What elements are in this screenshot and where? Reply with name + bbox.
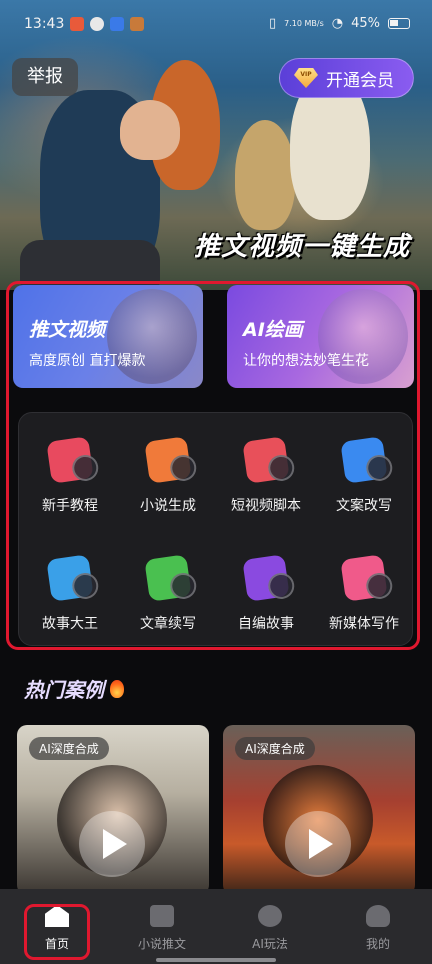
annotation-highlight-frame	[24, 904, 90, 960]
question-book-icon	[46, 436, 94, 484]
case-tag: AI深度合成	[29, 737, 109, 760]
tool-label: 短视频脚本	[231, 498, 301, 514]
battery-percent: 45%	[351, 16, 380, 31]
status-bar: 13:43 ▯ 7.10 MB/s ◔ 45%	[0, 0, 432, 48]
vibrate-icon: ▯	[268, 16, 277, 31]
planet-icon	[258, 905, 282, 927]
play-icon[interactable]	[79, 811, 145, 877]
profile-icon	[366, 905, 390, 927]
hot-cases-heading: 热门案例	[24, 674, 124, 703]
app-notification-icon	[90, 17, 104, 31]
hero-figure	[120, 100, 180, 160]
tool-story-king[interactable]: 故事大王	[21, 554, 119, 633]
feature-title: AI绘画	[243, 319, 303, 341]
tool-label: 新手教程	[42, 498, 98, 514]
feature-title: 推文视频	[29, 319, 106, 341]
tool-novel[interactable]: 小说生成	[119, 436, 217, 515]
play-icon[interactable]	[285, 811, 351, 877]
section-title: 热门案例	[24, 678, 104, 702]
vip-diamond-icon: VIP	[294, 68, 318, 88]
status-right: ▯ 7.10 MB/s ◔ 45%	[269, 16, 410, 31]
case-card[interactable]: AI深度合成	[17, 725, 209, 895]
alipay-icon	[110, 17, 124, 31]
tools-grid: 新手教程 小说生成 短视频脚本 文案改写 故事大王 文章续写 自编故事 新媒体写…	[18, 412, 413, 646]
hero-figure	[235, 120, 295, 230]
network-speed: 7.10 MB/s	[284, 18, 324, 28]
wifi-icon: ◔	[331, 16, 344, 31]
tab-label: AI玩法	[252, 937, 288, 951]
feature-card-ai-drawing[interactable]: AI绘画 让你的想法妙笔生花	[227, 285, 414, 388]
story-king-icon	[46, 554, 94, 602]
status-time: 13:43	[24, 16, 65, 32]
tab-mine[interactable]: 我的	[324, 889, 432, 964]
hero-title: 推文视频一键生成	[193, 232, 410, 262]
tool-label: 文章续写	[140, 616, 196, 632]
video-book-icon	[150, 905, 174, 927]
tab-label: 小说推文	[137, 937, 186, 951]
app-notification-icon	[70, 17, 84, 31]
media-write-icon	[340, 554, 388, 602]
tool-rewrite[interactable]: 文案改写	[315, 436, 413, 515]
flame-icon	[110, 679, 124, 698]
tool-label: 新媒体写作	[329, 616, 399, 632]
video-film-icon	[242, 436, 290, 484]
crown-book-icon	[242, 554, 290, 602]
tab-novel-video[interactable]: 小说推文	[108, 889, 216, 964]
feature-card-video[interactable]: 推文视频 高度原创 直打爆款	[13, 285, 203, 388]
vip-label: 开通会员	[326, 70, 394, 91]
hero-figure	[20, 240, 160, 290]
tab-ai-play[interactable]: AI玩法	[216, 889, 324, 964]
article-continue-icon	[144, 554, 192, 602]
battery-icon	[388, 18, 410, 29]
tool-continue[interactable]: 文章续写	[119, 554, 217, 633]
system-home-indicator[interactable]	[156, 958, 276, 962]
text-rewrite-icon	[340, 436, 388, 484]
status-notification-icons	[70, 17, 144, 31]
tool-self-story[interactable]: 自编故事	[217, 554, 315, 633]
tool-label: 小说生成	[140, 498, 196, 514]
app-notification-icon	[130, 17, 144, 31]
feature-subtitle: 高度原创 直打爆款	[29, 353, 146, 369]
case-card[interactable]: AI深度合成	[223, 725, 415, 895]
tool-video-script[interactable]: 短视频脚本	[217, 436, 315, 515]
case-tag: AI深度合成	[235, 737, 315, 760]
tool-media-writing[interactable]: 新媒体写作	[315, 554, 413, 633]
tool-tutorial[interactable]: 新手教程	[21, 436, 119, 515]
tab-label: 我的	[365, 937, 390, 951]
report-button[interactable]: 举报	[12, 58, 78, 96]
tool-label: 文案改写	[336, 498, 392, 514]
feature-subtitle: 让你的想法妙笔生花	[243, 353, 369, 369]
novel-book-icon	[144, 436, 192, 484]
tool-label: 自编故事	[238, 616, 294, 632]
tool-label: 故事大王	[42, 616, 98, 632]
vip-button[interactable]: VIP 开通会员	[279, 58, 414, 98]
